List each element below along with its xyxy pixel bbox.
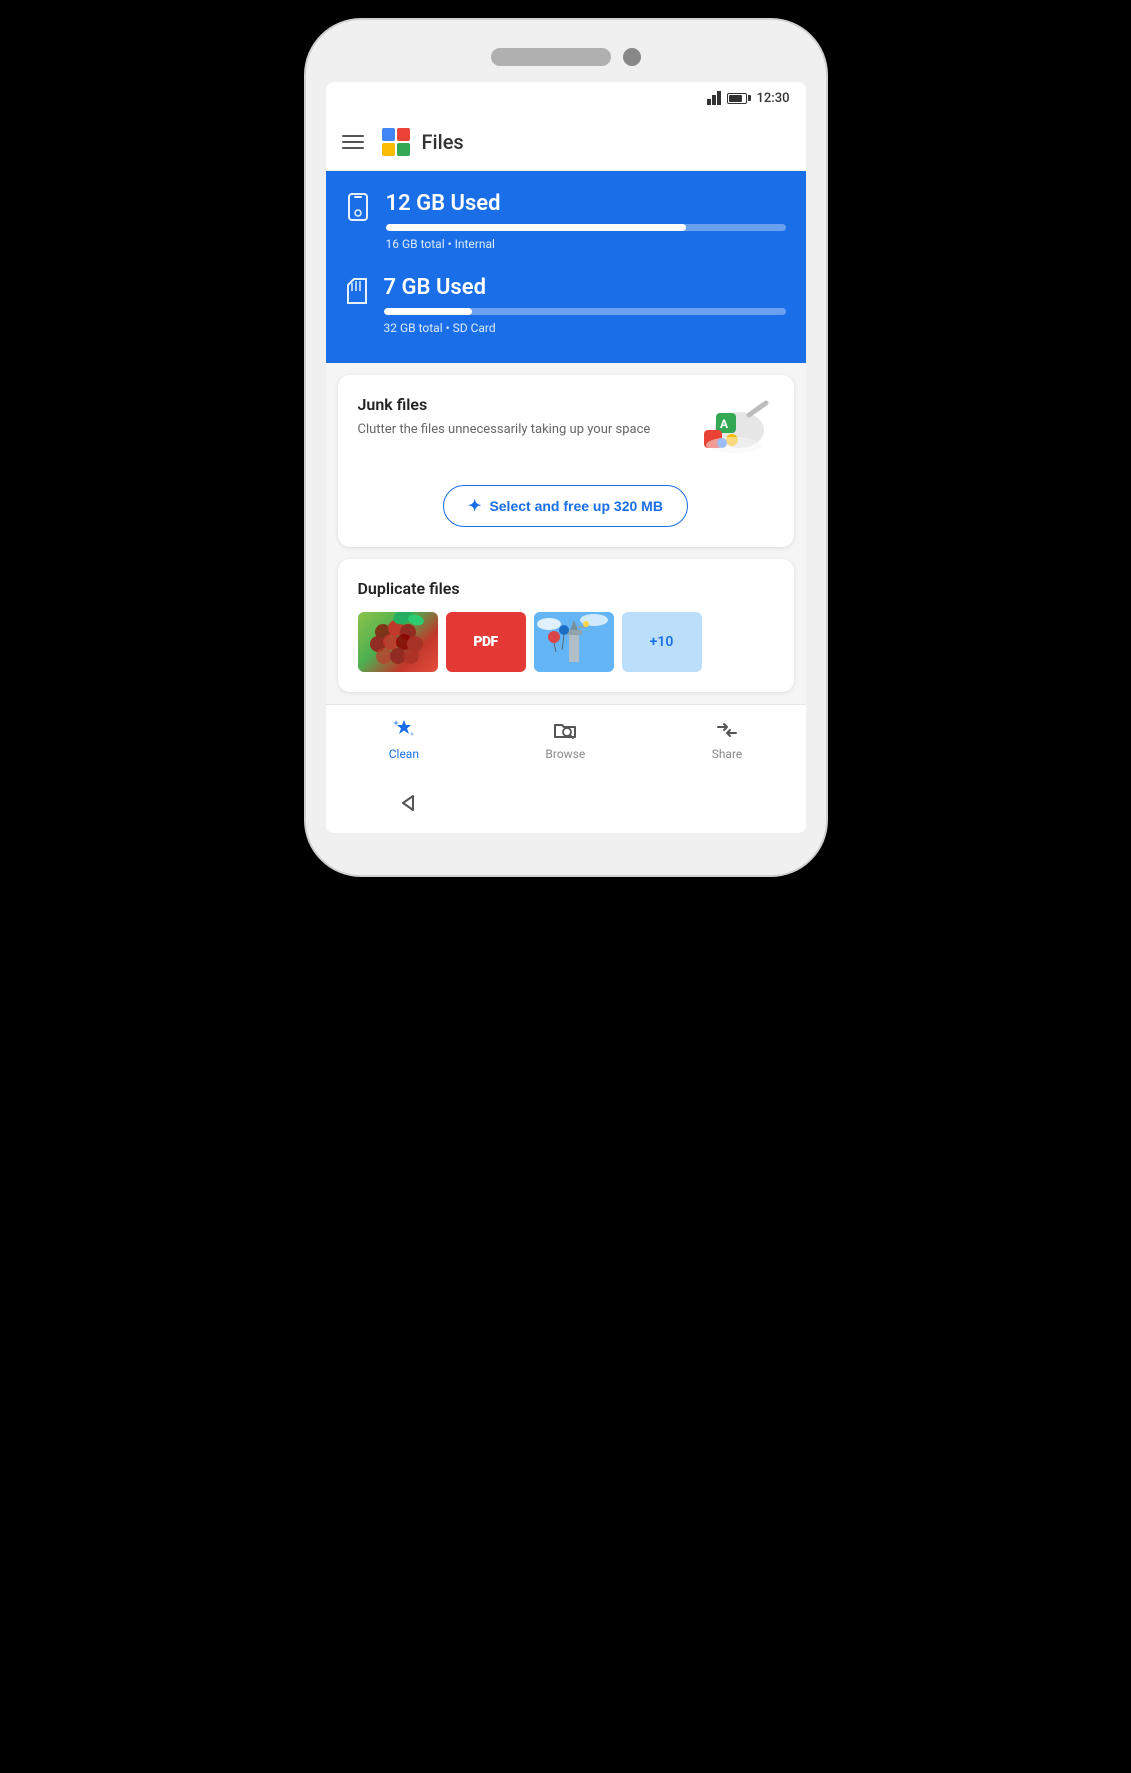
sdcard-storage-item: 7 GB Used 32 GB total • SD Card [346,275,786,335]
thumb-pdf: PDF [446,612,526,672]
sdcard-storage-details: 7 GB Used 32 GB total • SD Card [384,275,786,335]
back-button[interactable] [392,789,420,817]
share-nav-icon [714,717,740,743]
thumb-more[interactable]: +10 [622,612,702,672]
battery-icon [727,93,751,104]
internal-storage-bar [386,224,786,231]
internal-storage-used: 12 GB Used [386,191,786,216]
free-up-button[interactable]: ✦ Select and free up 320 MB [443,485,688,527]
phone-storage-icon [346,193,370,225]
junk-card-description: Clutter the files unnecessarily taking u… [358,420,694,440]
sdcard-storage-info: 32 GB total • SD Card [384,321,786,335]
more-count-label: +10 [650,634,674,650]
files-app-icon [380,126,412,158]
junk-card-action: ✦ Select and free up 320 MB [358,485,774,527]
app-header: Files [326,114,806,171]
internal-storage-fill [386,224,686,231]
junk-card-text: Junk files Clutter the files unnecessari… [358,395,694,440]
internal-storage-item: 12 GB Used 16 GB total • Internal [346,191,786,251]
junk-files-card: Junk files Clutter the files unnecessari… [338,375,794,547]
junk-illustration: A [694,395,774,465]
status-icons: 12:30 [707,91,790,106]
signal-icon [707,91,721,105]
storage-section: 12 GB Used 16 GB total • Internal [326,171,806,363]
sparkle-icon: ✦ [468,496,481,516]
phone-bottom [326,833,806,855]
app-title: Files [422,130,464,154]
status-bar: 12:30 [326,82,806,114]
browse-nav-label: Browse [545,747,585,761]
nav-item-share[interactable]: Share [692,713,763,765]
hamburger-icon[interactable] [342,135,364,149]
svg-text:A: A [720,417,729,431]
nav-item-clean[interactable]: Clean [369,713,439,765]
share-nav-label: Share [712,747,743,761]
phone-screen: 12:30 File [326,82,806,833]
app-logo: Files [380,126,464,158]
recents-button[interactable] [712,789,740,817]
internal-storage-details: 12 GB Used 16 GB total • Internal [386,191,786,251]
sdcard-storage-bar [384,308,786,315]
junk-card-title: Junk files [358,395,694,414]
phone-camera [623,48,641,66]
thumb-grapes [358,612,438,672]
sdcard-storage-used: 7 GB Used [384,275,786,300]
android-nav [326,777,806,833]
browse-nav-icon [552,717,578,743]
internal-storage-info: 16 GB total • Internal [386,237,786,251]
sdcard-storage-icon [346,277,368,309]
nav-item-browse[interactable]: Browse [525,713,605,765]
pdf-label: PDF [473,634,497,650]
action-button-label: Select and free up 320 MB [489,498,663,514]
thumb-sky [534,612,614,672]
bottom-nav: Clean Browse [326,704,806,777]
clean-nav-label: Clean [389,747,419,761]
home-button[interactable] [552,789,580,817]
phone-top-bar [326,40,806,82]
duplicate-card-title: Duplicate files [358,579,774,598]
junk-card-header: Junk files Clutter the files unnecessari… [358,395,774,465]
phone-speaker [491,48,611,66]
clean-nav-icon [391,717,417,743]
cards-container: Junk files Clutter the files unnecessari… [326,363,806,704]
duplicate-thumbnails: PDF [358,612,774,672]
status-time: 12:30 [757,91,790,106]
sdcard-storage-fill [384,308,472,315]
duplicate-files-card: Duplicate files [338,559,794,692]
